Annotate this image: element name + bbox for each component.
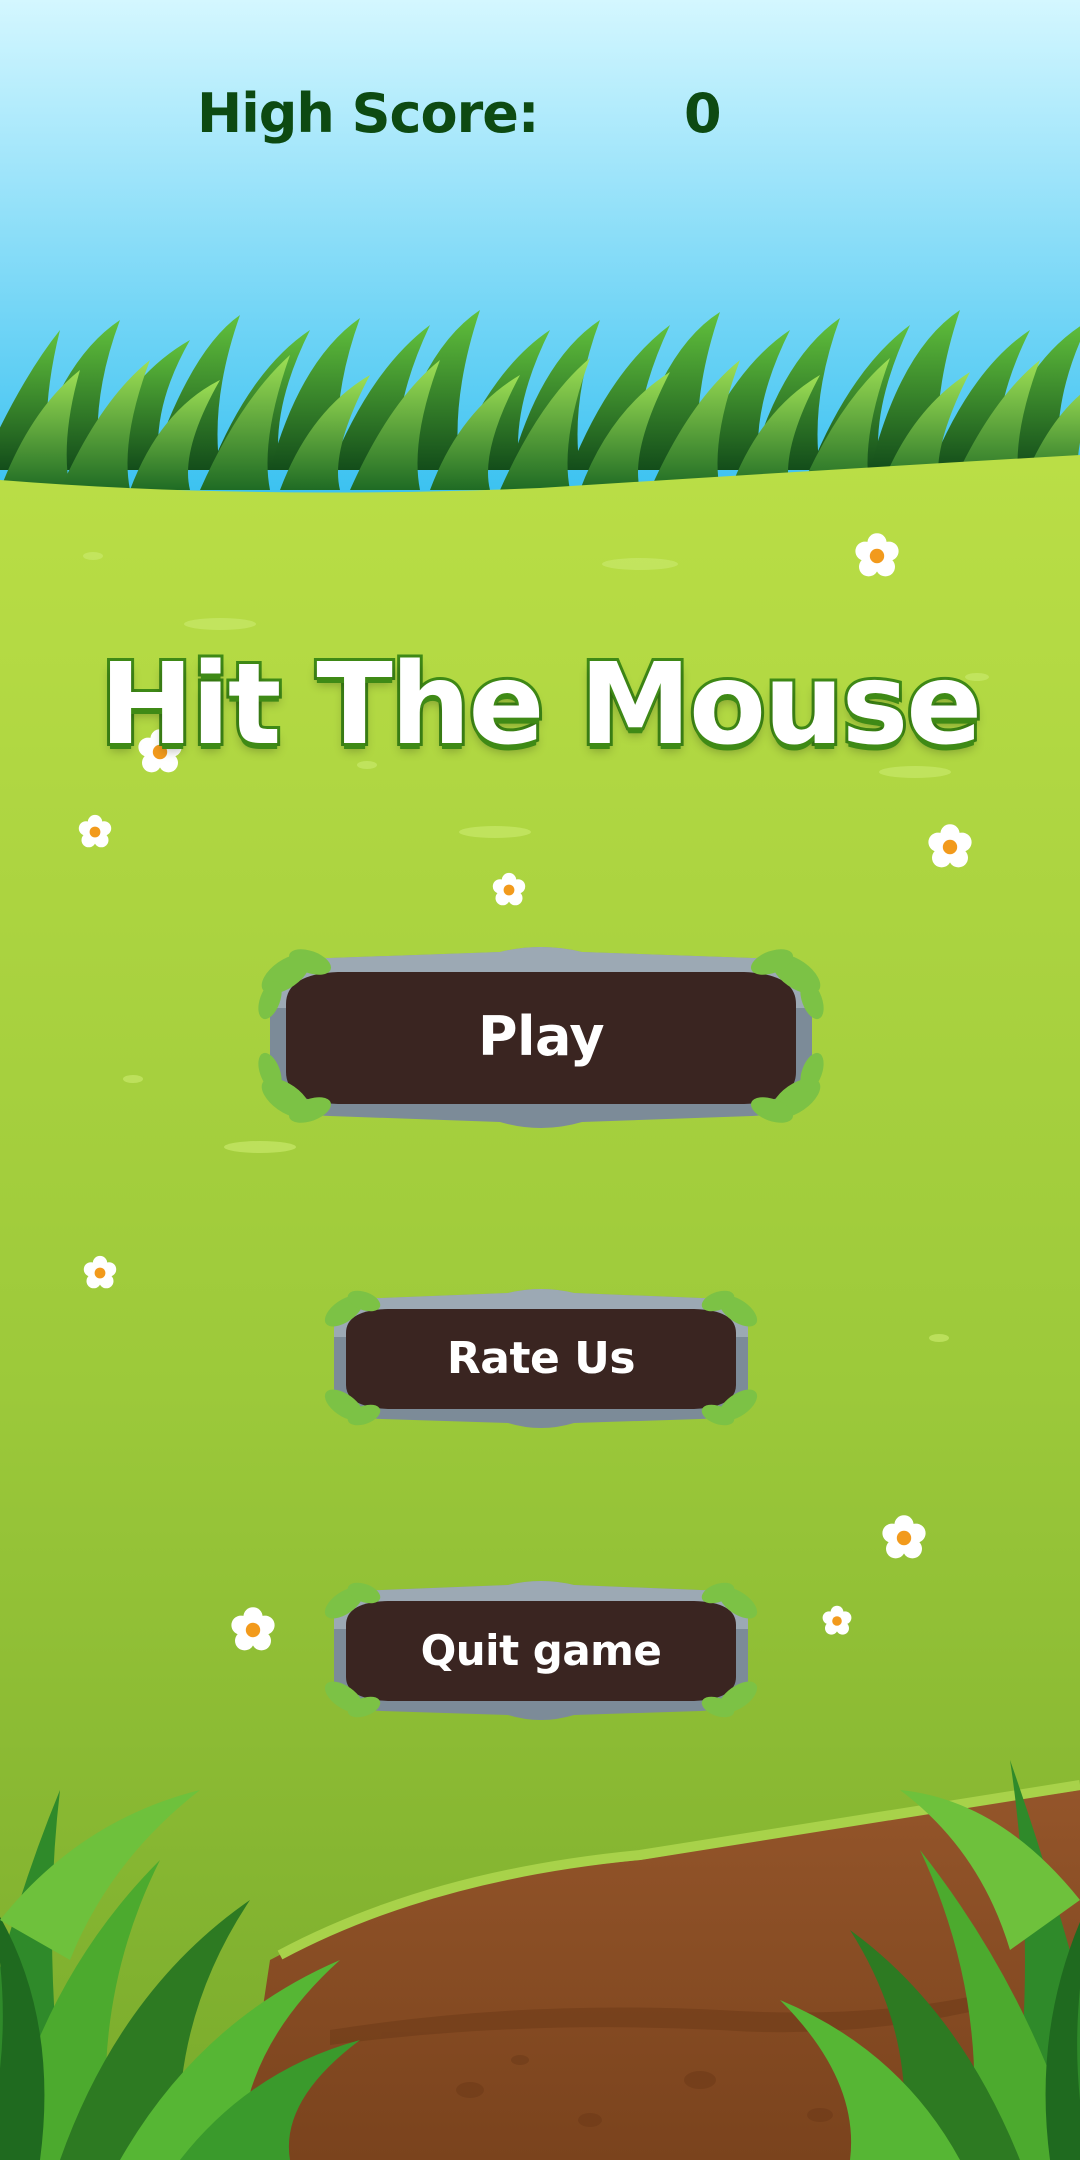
play-button-label: Play	[477, 1004, 605, 1068]
high-score-bar: High Score: 0	[0, 82, 1080, 162]
rate-us-button-label: Rate Us	[446, 1332, 636, 1384]
quit-game-button-label: Quit game	[420, 1625, 662, 1675]
high-score-value: 0	[684, 82, 722, 145]
quit-game-button[interactable]: Quit game	[318, 1575, 764, 1725]
high-score-label: High Score:	[197, 82, 539, 145]
game-title: Hit The Mouse	[97, 637, 986, 773]
rate-us-button[interactable]: Rate Us	[318, 1283, 764, 1433]
play-button[interactable]: Play	[250, 938, 832, 1134]
